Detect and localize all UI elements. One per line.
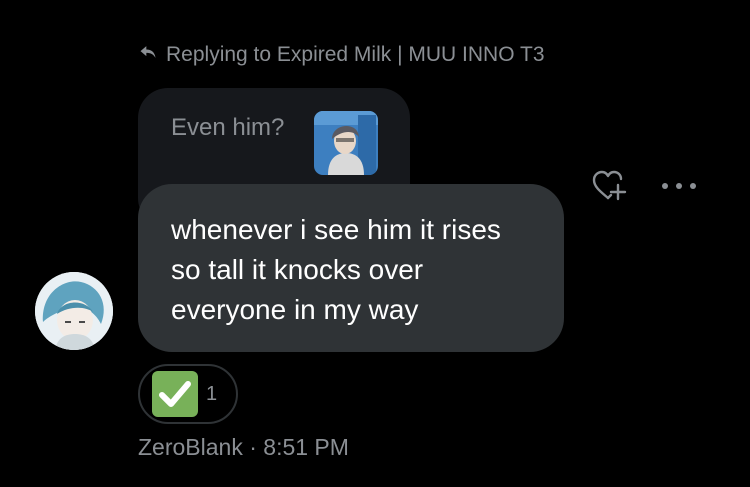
- avatar[interactable]: [35, 272, 113, 350]
- more-dot-icon: [690, 183, 696, 189]
- reply-header[interactable]: Replying to Expired Milk | MUU INNO T3: [138, 42, 545, 68]
- reaction-count: 1: [206, 382, 218, 405]
- quoted-message-text: Even him?: [171, 114, 285, 141]
- reaction-pill[interactable]: 1: [138, 364, 238, 424]
- timestamp: 8:51 PM: [263, 434, 349, 460]
- quoted-image-thumbnail[interactable]: [314, 111, 378, 175]
- reply-label: Replying to Expired Milk | MUU INNO T3: [166, 43, 545, 66]
- meta-separator: ·: [242, 434, 264, 460]
- more-dot-icon: [676, 183, 682, 189]
- more-options-button[interactable]: [662, 177, 696, 195]
- author-name[interactable]: ZeroBlank: [138, 434, 243, 460]
- message-text: whenever i see him it rises so tall it k…: [171, 214, 501, 325]
- message-bubble[interactable]: whenever i see him it rises so tall it k…: [138, 184, 564, 352]
- white-check-mark-icon: [152, 371, 198, 417]
- more-dot-icon: [662, 183, 668, 189]
- reply-arrow-icon: [138, 42, 158, 68]
- add-reaction-icon[interactable]: [591, 169, 627, 203]
- message-meta: ZeroBlank · 8:51 PM: [138, 434, 349, 461]
